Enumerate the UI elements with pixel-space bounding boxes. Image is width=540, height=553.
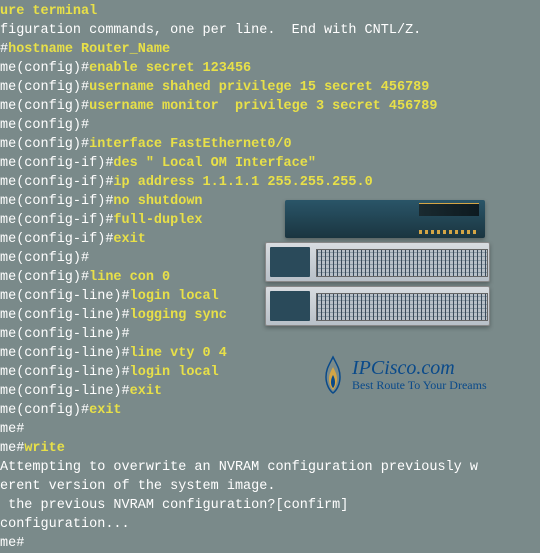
terminal-line: me(config)#username shahed privilege 15 … — [0, 78, 540, 97]
terminal-line: me(config-if)#des " Local OM Interface" — [0, 154, 540, 173]
terminal-line: the previous NVRAM configuration?[confir… — [0, 496, 540, 515]
router-hardware-image — [265, 200, 490, 330]
terminal-line: Attempting to overwrite an NVRAM configu… — [0, 458, 540, 477]
terminal-line: figuration commands, one per line. End w… — [0, 21, 540, 40]
flame-icon — [320, 355, 346, 395]
terminal-line: me# — [0, 420, 540, 439]
ipcisco-logo: IPCisco.com Best Route To Your Dreams — [320, 350, 520, 400]
terminal-line: configuration... — [0, 515, 540, 534]
terminal-line: me(config-if)#ip address 1.1.1.1 255.255… — [0, 173, 540, 192]
network-switch-top — [285, 200, 485, 238]
logo-tagline: Best Route To Your Dreams — [352, 379, 487, 392]
terminal-line: me(config)#interface FastEthernet0/0 — [0, 135, 540, 154]
terminal-line: me#write — [0, 439, 540, 458]
terminal-line: me# — [0, 534, 540, 553]
terminal-line: me(config)#exit — [0, 401, 540, 420]
terminal-line: ure terminal — [0, 2, 540, 21]
rack-server-2 — [265, 286, 490, 326]
terminal-line: erent version of the system image. — [0, 477, 540, 496]
rack-server-1 — [265, 242, 490, 282]
logo-main-text: IPCisco.com — [352, 357, 487, 379]
terminal-line: me(config)#enable secret 123456 — [0, 59, 540, 78]
terminal-line: #hostname Router_Name — [0, 40, 540, 59]
terminal-line: me(config)#username monitor privilege 3 … — [0, 97, 540, 116]
terminal-line: me(config)# — [0, 116, 540, 135]
